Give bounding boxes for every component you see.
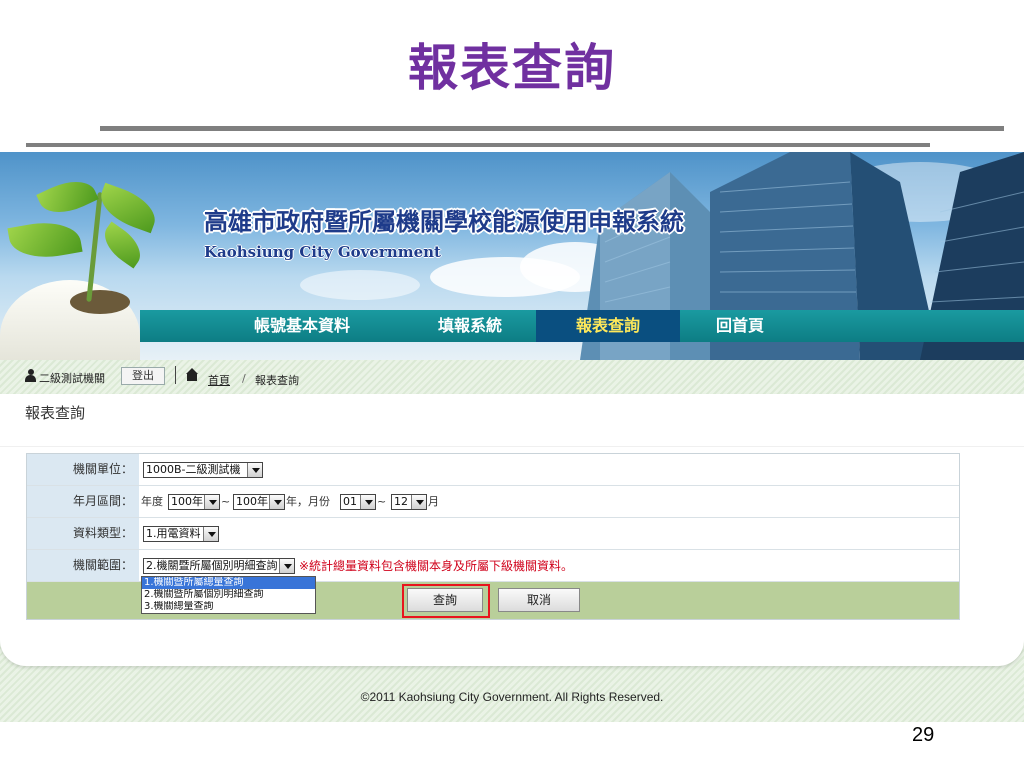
month-from-value: 01	[343, 495, 357, 508]
scope-value: 2.機關暨所屬個別明細查詢	[146, 559, 278, 572]
form-row-data-type: 資料類型： 1.用電資料	[27, 518, 959, 550]
month-suffix: 月	[428, 495, 439, 508]
breadcrumb-separator: /	[242, 372, 246, 385]
title-rule-secondary	[26, 143, 930, 147]
chevron-down-icon	[411, 495, 426, 509]
banner-subtitle: Kaohsiung City Government	[204, 243, 441, 261]
footer-copyright: ©2011 Kaohsiung City Government. All Rig…	[360, 690, 664, 704]
agency-select[interactable]: 1000B-二級測試機	[143, 462, 263, 478]
data-type-select[interactable]: 1.用電資料	[143, 526, 219, 542]
tilde: ~	[377, 495, 387, 508]
cloud-image	[300, 270, 420, 300]
chevron-down-icon	[203, 527, 218, 541]
year-from-select[interactable]: 100年	[168, 494, 220, 510]
scope-option-1[interactable]: 1.機關暨所屬總量查詢	[142, 577, 315, 589]
main-nav: 帳號基本資料 填報系統 報表查詢 回首頁	[140, 310, 1024, 342]
page-number: 29	[912, 724, 935, 746]
period-label: 年月區間：	[27, 486, 139, 517]
nav-account-info[interactable]: 帳號基本資料	[236, 310, 368, 342]
chevron-down-icon	[269, 495, 284, 509]
header-banner: 高雄市政府暨所屬機關學校能源使用申報系統 Kaohsiung City Gove…	[0, 152, 1024, 360]
scope-label: 機關範圍：	[27, 550, 139, 581]
toolbar-divider	[175, 366, 176, 384]
chevron-down-icon	[204, 495, 219, 509]
scope-note: ※統計總量資料包含機關本身及所屬下級機關資料。	[299, 559, 574, 573]
form-row-agency: 機關單位： 1000B-二級測試機	[27, 454, 959, 486]
leaf-icon	[7, 216, 83, 264]
chevron-down-icon	[247, 463, 262, 477]
highlight-box	[402, 584, 490, 618]
form-row-period: 年月區間： 年度 100年 ~ 100年 年，月份 01 ~ 12 月	[27, 486, 959, 518]
cancel-button[interactable]: 取消	[498, 588, 580, 612]
panel-title: 報表查詢	[25, 404, 86, 422]
slide-title: 報表查詢	[408, 39, 616, 97]
scope-option-2[interactable]: 2.機關暨所屬個別明細查詢	[142, 589, 315, 601]
data-type-label: 資料類型：	[27, 518, 139, 549]
leaf-icon	[36, 171, 99, 223]
title-rule	[100, 126, 1004, 131]
month-from-select[interactable]: 01	[340, 494, 376, 510]
logout-button[interactable]: 登出	[121, 367, 165, 385]
soil-image	[70, 290, 130, 314]
slide: { "slide": { "title": "報表查詢", "page_numb…	[0, 0, 1024, 768]
user-icon	[25, 369, 36, 382]
user-name: 二級測試機關	[39, 372, 105, 385]
tilde: ~	[221, 495, 231, 508]
banner-title: 高雄市政府暨所屬機關學校能源使用申報系統	[204, 208, 684, 236]
agency-select-value: 1000B-二級測試機	[146, 463, 241, 476]
breadcrumb-current: 報表查詢	[255, 374, 299, 387]
year-prefix: 年度	[141, 495, 163, 508]
month-to-select[interactable]: 12	[391, 494, 427, 510]
scope-select[interactable]: 2.機關暨所屬個別明細查詢	[143, 558, 295, 574]
data-type-value: 1.用電資料	[146, 527, 201, 540]
month-to-value: 12	[394, 495, 408, 508]
panel-divider	[0, 446, 1024, 447]
agency-label: 機關單位：	[27, 454, 139, 485]
breadcrumb-home[interactable]: 首頁	[208, 372, 230, 388]
chevron-down-icon	[279, 559, 294, 573]
chevron-down-icon	[360, 495, 375, 509]
nav-report-query[interactable]: 報表查詢	[536, 310, 680, 342]
nav-home[interactable]: 回首頁	[680, 310, 800, 342]
home-icon[interactable]	[186, 368, 199, 382]
scope-dropdown-list: 1.機關暨所屬總量查詢 2.機關暨所屬個別明細查詢 3.機關總量查詢	[141, 576, 316, 614]
nav-report-filing[interactable]: 填報系統	[410, 310, 530, 342]
year-from-value: 100年	[171, 495, 203, 508]
scope-option-3[interactable]: 3.機關總量查詢	[142, 601, 315, 613]
leaf-icon	[94, 182, 162, 234]
year-suffix: 年，月份	[286, 495, 330, 508]
year-to-select[interactable]: 100年	[233, 494, 285, 510]
year-to-value: 100年	[236, 495, 268, 508]
